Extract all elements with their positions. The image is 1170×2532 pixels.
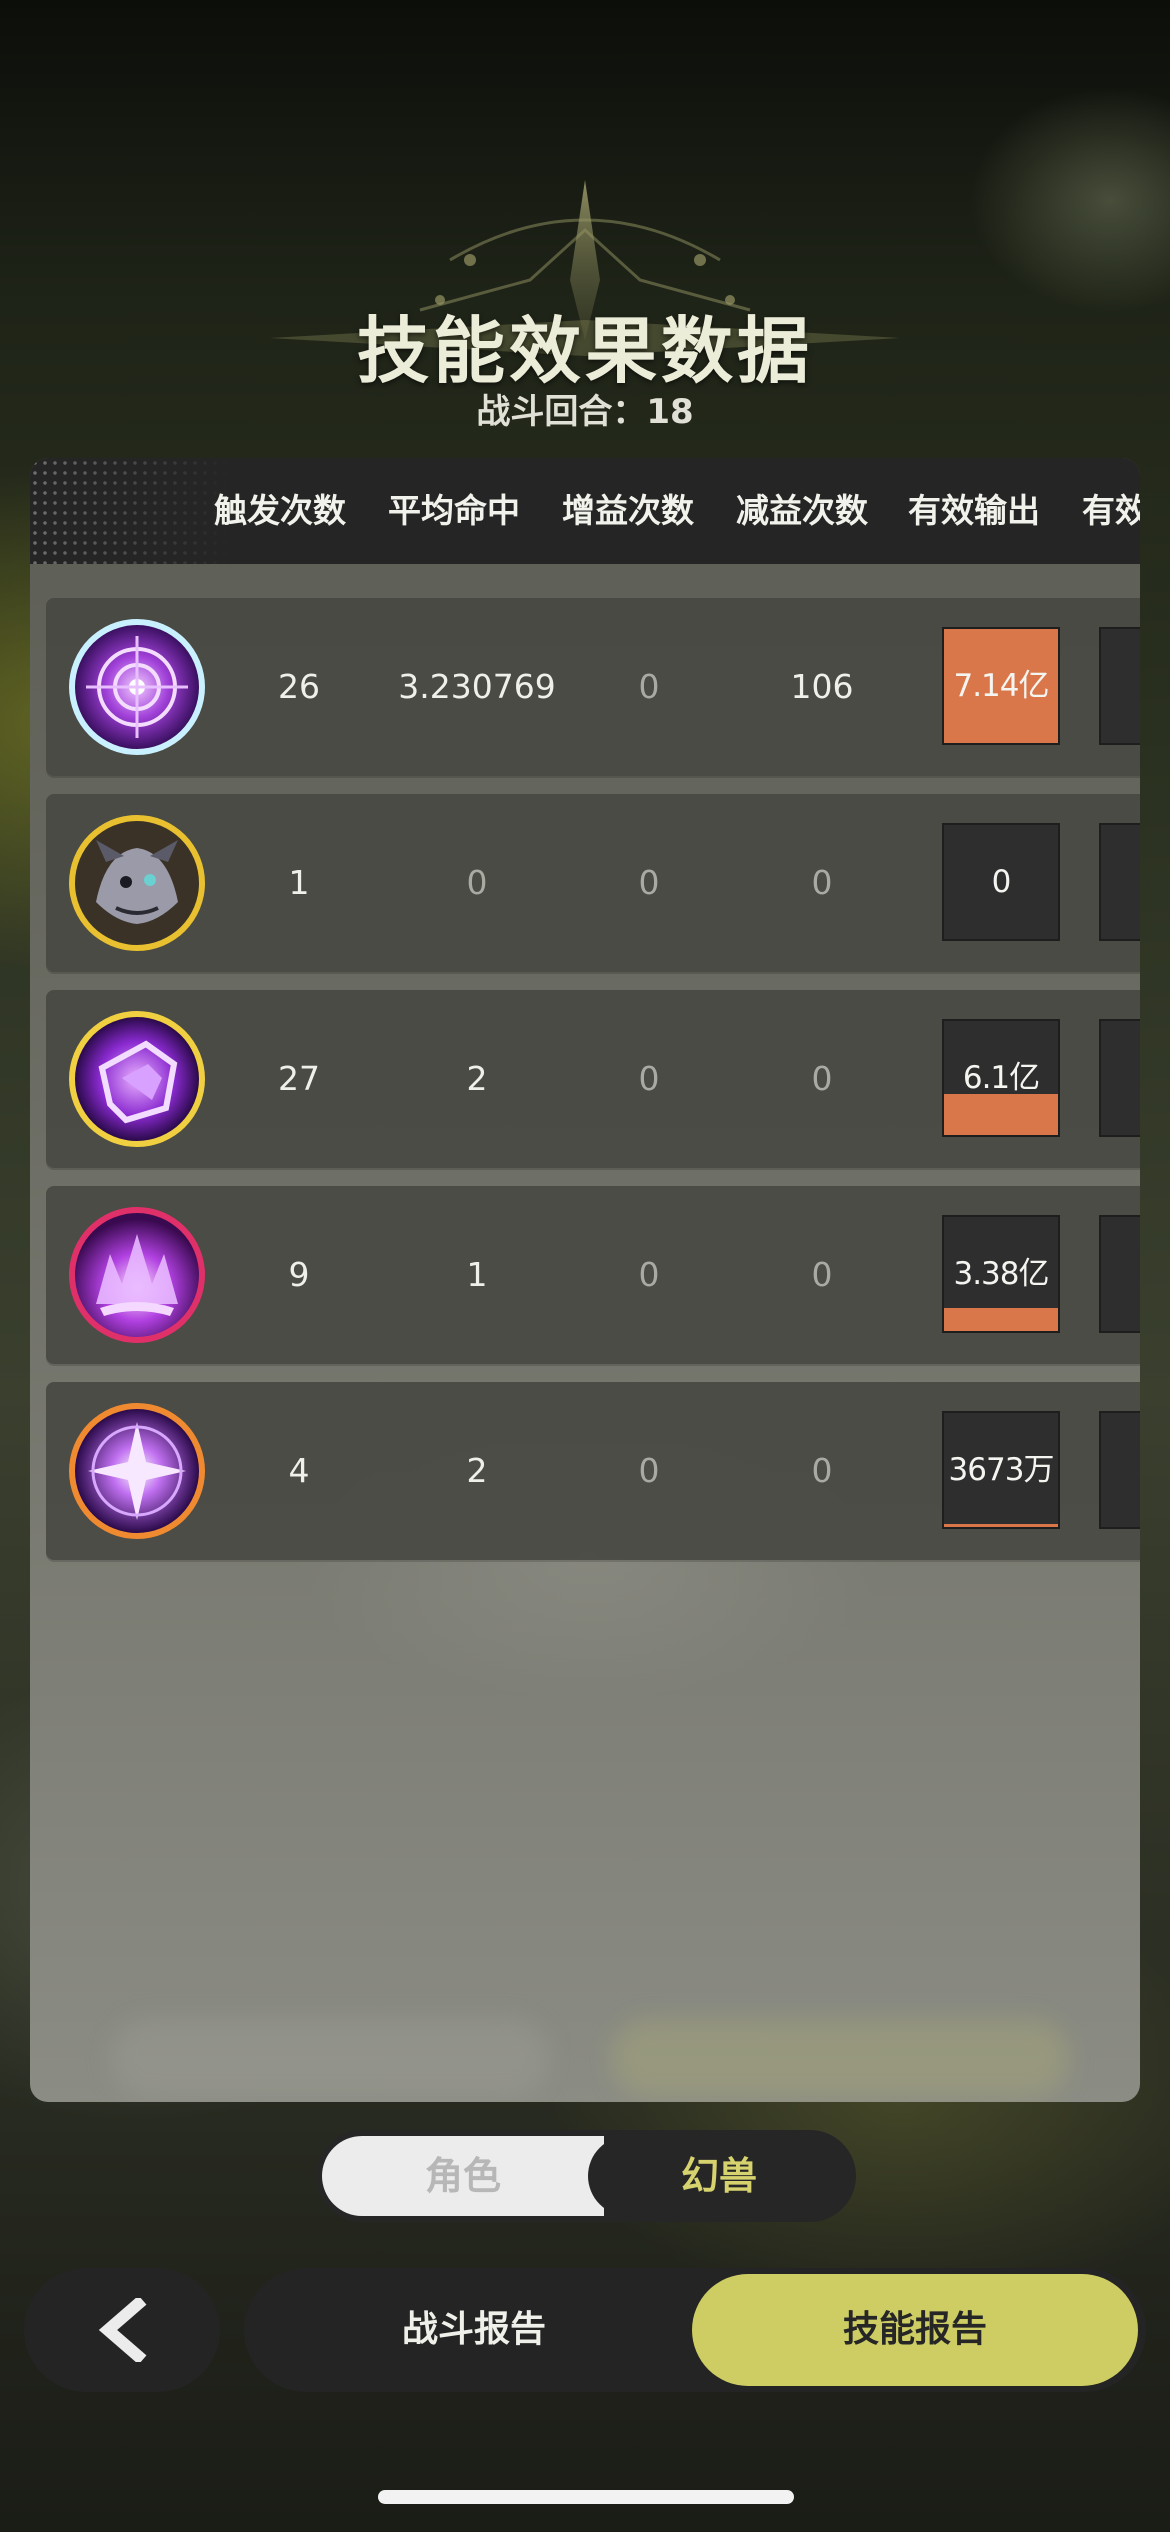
page-title: 技能效果数据 <box>356 309 813 393</box>
battle-round-label: 战斗回合：18 <box>476 392 694 432</box>
column-header-effective-more: 有效 <box>1082 491 1140 530</box>
column-header-effective-output: 有效输出 <box>908 491 1040 530</box>
buff-count: 0 <box>638 863 660 902</box>
effective-output-value: 3673万 <box>948 1452 1055 1488</box>
effective-output-bar: 0 <box>942 823 1060 941</box>
avg-hit: 2 <box>466 1451 488 1490</box>
avg-hit: 3.230769 <box>398 667 556 706</box>
violet-flame-icon <box>69 1207 205 1343</box>
buff-count: 0 <box>638 1059 660 1098</box>
battle-report-button[interactable]: 战斗报告 <box>244 2268 704 2392</box>
home-indicator[interactable] <box>378 2490 794 2504</box>
panel-glow <box>110 2018 550 2098</box>
column-header-avg-hit: 平均命中 <box>388 491 520 530</box>
debuff-count: 106 <box>790 667 854 706</box>
chevron-left-icon <box>98 2298 147 2362</box>
trigger-count: 27 <box>278 1059 320 1098</box>
panel-glow <box>610 2018 1070 2098</box>
table-row[interactable]: 26 3.230769 0 106 7.14亿 <box>46 598 1140 776</box>
trigger-count: 9 <box>288 1255 310 1294</box>
avg-hit: 0 <box>466 863 488 902</box>
arcane-vortex-icon <box>69 619 205 755</box>
effective-output-value: 0 <box>991 864 1012 900</box>
trigger-count: 4 <box>288 1451 310 1490</box>
toggle-beast-tab[interactable]: 幻兽 <box>588 2136 850 2216</box>
effective-output-value: 3.38亿 <box>953 1256 1049 1292</box>
star-burst-icon <box>69 1403 205 1539</box>
next-column-bar <box>1099 627 1140 745</box>
table-row[interactable]: 9 1 0 0 3.38亿 <box>46 1186 1140 1364</box>
next-column-bar <box>1099 1215 1140 1333</box>
next-column-bar <box>1099 1411 1140 1529</box>
effective-output-value: 6.1亿 <box>962 1060 1040 1096</box>
next-column-bar <box>1099 823 1140 941</box>
buff-count: 0 <box>638 667 660 706</box>
skill-report-button[interactable]: 技能报告 <box>692 2274 1138 2386</box>
effective-output-bar: 3673万 <box>942 1411 1060 1529</box>
role-beast-toggle[interactable]: 角色 幻兽 <box>316 2130 856 2222</box>
shadow-beast-icon <box>69 815 205 951</box>
column-header-buff-count: 增益次数 <box>562 491 694 530</box>
next-column-bar <box>1099 1019 1140 1137</box>
debuff-count: 0 <box>811 863 833 902</box>
effective-output-value: 7.14亿 <box>953 668 1049 704</box>
table-row[interactable]: 27 2 0 0 6.1亿 <box>46 990 1140 1168</box>
avg-hit: 1 <box>466 1255 488 1294</box>
debuff-count: 0 <box>811 1059 833 1098</box>
buff-count: 0 <box>638 1451 660 1490</box>
debuff-count: 0 <box>811 1451 833 1490</box>
trigger-count: 26 <box>278 667 320 706</box>
back-button[interactable] <box>24 2268 220 2392</box>
column-header-debuff-count: 减益次数 <box>736 491 868 530</box>
effective-output-bar: 6.1亿 <box>942 1019 1060 1137</box>
debuff-count: 0 <box>811 1255 833 1294</box>
report-switcher[interactable]: 战斗报告 技能报告 <box>244 2268 1146 2392</box>
skill-data-panel[interactable]: 触发次数 平均命中 增益次数 减益次数 有效输出 有效 26 3.230769 … <box>30 458 1140 2102</box>
table-header: 触发次数 平均命中 增益次数 减益次数 有效输出 有效 <box>30 458 1140 564</box>
buff-count: 0 <box>638 1255 660 1294</box>
avg-hit: 2 <box>466 1059 488 1098</box>
effective-output-bar: 3.38亿 <box>942 1215 1060 1333</box>
effective-output-bar: 7.14亿 <box>942 627 1060 745</box>
table-row[interactable]: 1 0 0 0 0 <box>46 794 1140 972</box>
table-row[interactable]: 4 2 0 0 3673万 <box>46 1382 1140 1560</box>
violet-slash-icon <box>69 1011 205 1147</box>
trigger-count: 1 <box>288 863 310 902</box>
header-dots-decoration <box>30 458 230 564</box>
column-header-trigger-count: 触发次数 <box>214 491 346 530</box>
toggle-role-tab[interactable]: 角色 <box>322 2136 604 2216</box>
